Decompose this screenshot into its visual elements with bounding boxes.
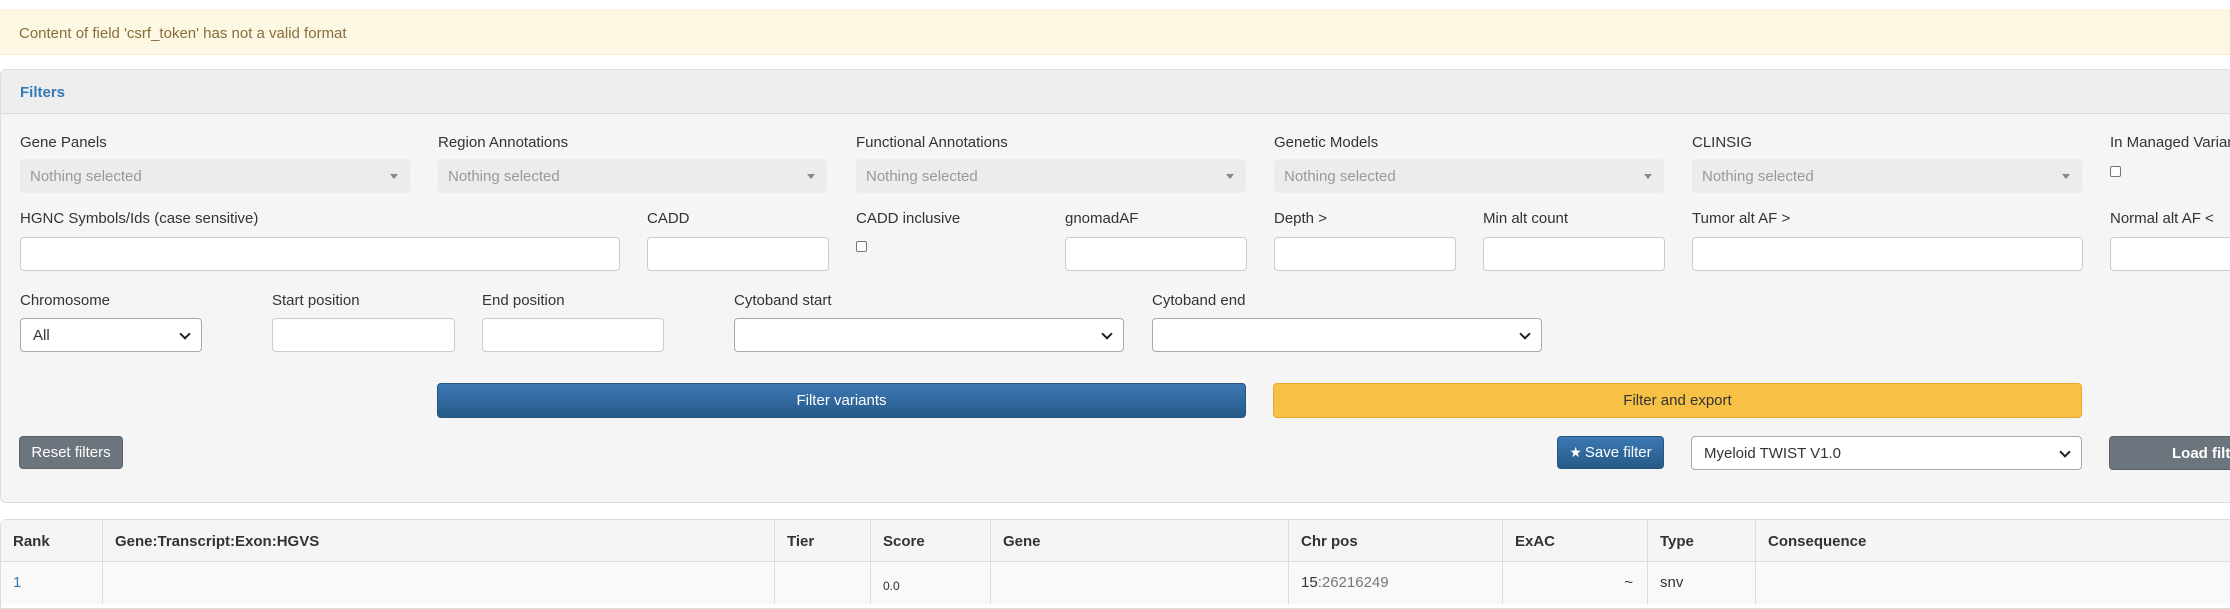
cadd-inclusive-checkbox[interactable] (856, 241, 867, 252)
load-filter-label: Load filte (2172, 445, 2230, 462)
cytoband-end-label: Cytoband end (1152, 292, 1246, 309)
genetic-models-label: Genetic Models (1274, 134, 1379, 151)
cytoband-start-select[interactable] (734, 318, 1124, 352)
column-header-hgvs[interactable]: Gene:Transcript:Exon:HGVS (103, 520, 775, 562)
filters-title[interactable]: Filters (20, 84, 65, 101)
table-cell-type: snv (1648, 562, 1756, 604)
hgnc-symbols-input[interactable] (20, 237, 620, 271)
normal-alt-af-input[interactable] (2110, 237, 2230, 271)
functional-annotations-label: Functional Annotations (856, 134, 1008, 151)
in-managed-variants-label: In Managed Varian (2110, 134, 2230, 151)
gnomad-af-label: gnomadAF (1065, 210, 1139, 227)
table-cell-score: 0.0 (871, 562, 991, 604)
min-alt-count-input[interactable] (1483, 237, 1665, 271)
end-position-label: End position (482, 292, 565, 309)
chevron-down-icon (1101, 328, 1113, 340)
cadd-inclusive-label: CADD inclusive (856, 210, 961, 227)
clinsig-label: CLINSIG (1692, 134, 1753, 151)
cadd-input[interactable] (647, 237, 829, 271)
region-annotations-label: Region Annotations (438, 134, 569, 151)
filters-panel-heading[interactable]: Filters (1, 70, 2230, 114)
column-header-gene[interactable]: Gene (991, 520, 1289, 562)
csrf-warning-alert: Content of field 'csrf_token' has not a … (0, 10, 2230, 55)
star-icon: ★ (1569, 444, 1582, 460)
chromosome-label: Chromosome (20, 292, 111, 309)
depth-input[interactable] (1274, 237, 1456, 271)
column-header-type[interactable]: Type (1648, 520, 1756, 562)
rank-link[interactable]: 1 (13, 574, 21, 591)
variants-table: Rank Gene:Transcript:Exon:HGVS Tier Scor… (0, 519, 2230, 609)
genetic-models-value: Nothing selected (1284, 168, 1396, 185)
gnomad-af-input[interactable] (1065, 237, 1247, 271)
start-position-label: Start position (272, 292, 360, 309)
chevron-down-icon (1519, 328, 1531, 340)
start-position-input[interactable] (272, 318, 455, 352)
alert-message: Content of field 'csrf_token' has not a … (19, 25, 347, 42)
chromosome-value: All (33, 327, 50, 344)
caret-down-icon (1226, 174, 1234, 179)
table-cell-exac: ~ (1503, 562, 1648, 604)
gene-panels-value: Nothing selected (30, 168, 142, 185)
caret-down-icon (390, 174, 398, 179)
hgnc-symbols-label: HGNC Symbols/Ids (case sensitive) (20, 210, 259, 227)
region-annotations-value: Nothing selected (448, 168, 560, 185)
caret-down-icon (1644, 174, 1652, 179)
chromosome-position: :26216249 (1317, 574, 1389, 591)
saved-filter-select[interactable]: Myeloid TWIST V1.0 (1691, 436, 2082, 470)
save-filter-label: Save filter (1584, 444, 1652, 461)
depth-label: Depth > (1274, 210, 1327, 227)
column-header-exac[interactable]: ExAC (1503, 520, 1648, 562)
genetic-models-select[interactable]: Nothing selected (1274, 159, 1664, 193)
functional-annotations-value: Nothing selected (866, 168, 978, 185)
chevron-down-icon (179, 328, 191, 340)
filter-variants-button[interactable]: Filter variants (437, 383, 1246, 418)
caret-down-icon (2062, 174, 2070, 179)
saved-filter-value: Myeloid TWIST V1.0 (1704, 445, 1841, 462)
tumor-alt-af-label: Tumor alt AF > (1692, 210, 1791, 227)
column-header-chr-pos[interactable]: Chr pos (1289, 520, 1503, 562)
table-cell-rank[interactable]: 1 (1, 562, 103, 604)
load-filter-button[interactable]: Load filte (2109, 436, 2230, 470)
chromosome-select[interactable]: All (20, 318, 202, 352)
cytoband-start-label: Cytoband start (734, 292, 832, 309)
caret-down-icon (807, 174, 815, 179)
table-cell-tier (775, 562, 871, 604)
column-header-tier[interactable]: Tier (775, 520, 871, 562)
min-alt-count-label: Min alt count (1483, 210, 1569, 227)
table-cell-gene (991, 562, 1289, 604)
score-value: 0.0 (883, 579, 900, 593)
clinsig-value: Nothing selected (1702, 168, 1814, 185)
end-position-input[interactable] (482, 318, 664, 352)
save-filter-button[interactable]: ★ Save filter (1557, 436, 1664, 469)
table-cell-hgvs (103, 562, 775, 604)
chromosome-number: 15 (1301, 574, 1318, 591)
gene-panels-label: Gene Panels (20, 134, 107, 151)
cadd-label: CADD (647, 210, 690, 227)
in-managed-variants-checkbox[interactable] (2110, 166, 2121, 177)
reset-filters-label: Reset filters (31, 444, 111, 461)
table-cell-chr-pos: 15:26216249 (1289, 562, 1503, 604)
column-header-consequence[interactable]: Consequence (1756, 520, 2230, 562)
filter-and-export-button[interactable]: Filter and export (1273, 383, 2082, 418)
clinsig-select[interactable]: Nothing selected (1692, 159, 2082, 193)
table-cell-consequence (1756, 562, 2230, 604)
tumor-alt-af-input[interactable] (1692, 237, 2083, 271)
region-annotations-select[interactable]: Nothing selected (438, 159, 827, 193)
chevron-down-icon (2059, 446, 2071, 458)
column-header-rank[interactable]: Rank (1, 520, 103, 562)
normal-alt-af-label: Normal alt AF < (2110, 210, 2214, 227)
gene-panels-select[interactable]: Nothing selected (20, 159, 410, 193)
column-header-score[interactable]: Score (871, 520, 991, 562)
cytoband-end-select[interactable] (1152, 318, 1542, 352)
functional-annotations-select[interactable]: Nothing selected (856, 159, 1246, 193)
reset-filters-button[interactable]: Reset filters (19, 436, 123, 469)
